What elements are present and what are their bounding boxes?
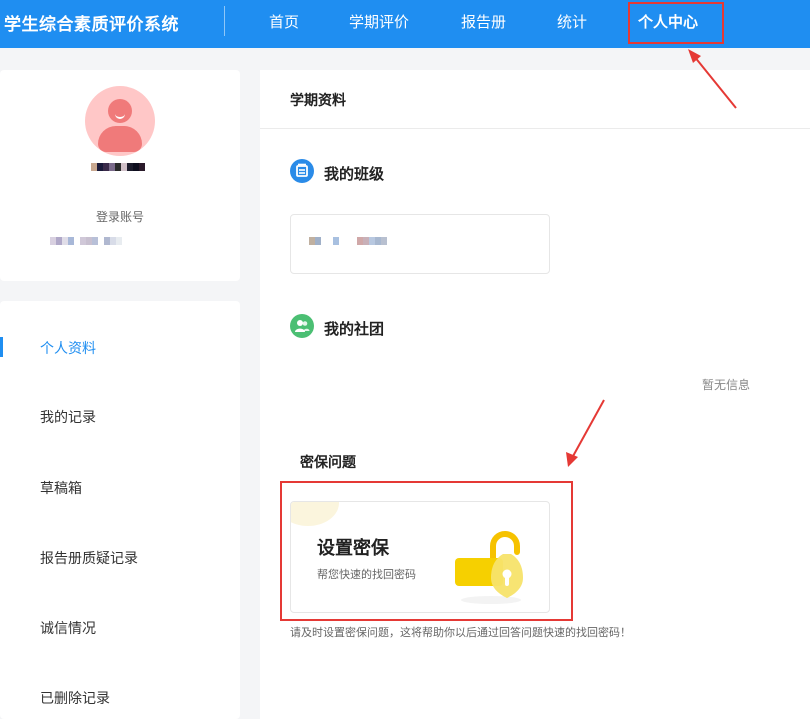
side-menu: 个人资料 我的记录 草稿箱 报告册质疑记录 诚信情况 已删除记录 [0,301,240,719]
menu-report-disputes[interactable]: 报告册质疑记录 [40,548,138,568]
app-title: 学生综合素质评价系统 [4,15,179,35]
username-redacted [91,163,145,171]
set-security-question-card[interactable]: 设置密保 帮您快速的找回密码 [290,501,550,613]
header-divider [224,6,225,36]
club-icon [290,314,314,338]
panel-divider [260,128,810,129]
profile-card: 登录账号 [0,70,240,281]
my-club-title: 我的社团 [324,320,385,338]
security-section-title: 密保问题 [300,455,356,471]
menu-personal-info[interactable]: 个人资料 [40,338,96,358]
lock-icon [451,522,531,606]
avatar [85,86,155,156]
my-class-title: 我的班级 [324,165,385,183]
class-info-box [290,214,550,274]
nav-semester-evaluation[interactable]: 学期评价 [349,11,409,32]
active-indicator [0,337,3,357]
empty-state-text: 暂无信息 [702,378,751,392]
panel-title: 学期资料 [290,93,346,109]
annotation-highlight-nav [628,2,724,44]
menu-deleted-records[interactable]: 已删除记录 [40,688,110,708]
nav-home[interactable]: 首页 [269,11,299,32]
menu-integrity[interactable]: 诚信情况 [40,618,96,638]
class-icon [290,159,314,183]
menu-drafts[interactable]: 草稿箱 [40,478,82,498]
nav-statistics[interactable]: 统计 [557,11,587,32]
security-card-title: 设置密保 [317,538,389,559]
main-panel: 学期资料 我的班级 我的社团 暂无信息 密保问题 设置密保 帮您快速的找回密码 [260,70,810,719]
account-redacted [50,237,122,245]
class-name-redacted [309,237,387,245]
nav-report-book[interactable]: 报告册 [461,11,506,32]
menu-my-records[interactable]: 我的记录 [40,407,96,427]
security-card-subtitle: 帮您快速的找回密码 [317,568,416,581]
login-account-label: 登录账号 [95,210,144,224]
security-hint-text: 请及时设置密保问题，这将帮助你以后通过回答问题快速的找回密码！ [290,626,631,639]
